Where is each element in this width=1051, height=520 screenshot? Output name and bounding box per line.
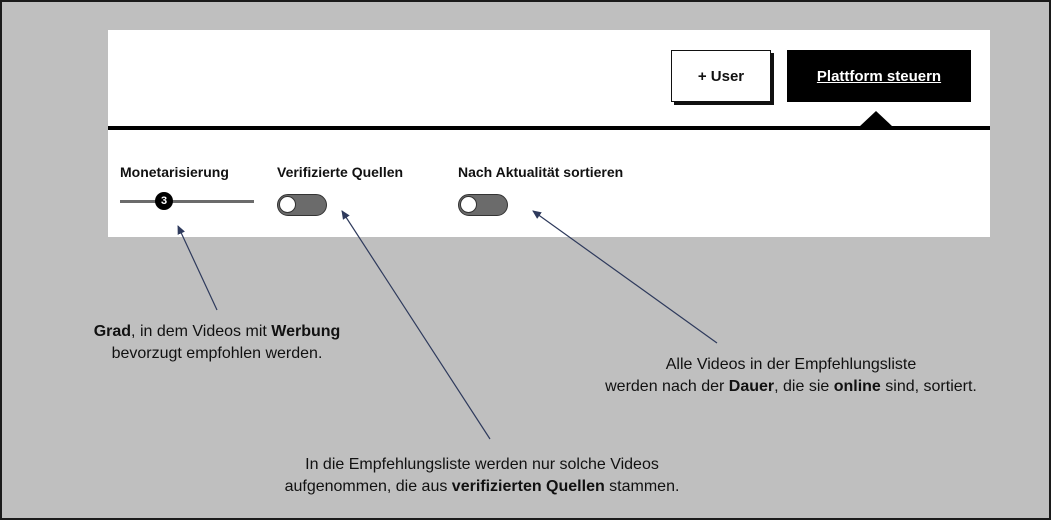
- platform-control-button[interactable]: Plattform steuern: [787, 50, 971, 102]
- sort-recency-label: Nach Aktualität sortieren: [458, 164, 624, 180]
- slider-thumb[interactable]: 3: [155, 192, 173, 210]
- header-divider: [108, 126, 990, 130]
- add-user-button[interactable]: + User: [671, 50, 771, 102]
- note-monetization: Grad, in dem Videos mit Werbung bevorzug…: [93, 323, 341, 362]
- note-recency: Alle Videos in der Empfehlungsliste werd…: [605, 356, 977, 395]
- active-tab-caret-icon: [859, 111, 893, 127]
- verified-sources-toggle[interactable]: [277, 194, 327, 216]
- monetization-slider[interactable]: 3: [120, 190, 254, 212]
- toggle-knob: [460, 196, 477, 213]
- screen-background: + User Plattform steuern Monetarisierung…: [0, 0, 1051, 520]
- toggle-knob: [279, 196, 296, 213]
- verified-sources-label: Verifizierte Quellen: [277, 164, 404, 180]
- sort-recency-toggle[interactable]: [458, 194, 508, 216]
- slider-track: [120, 200, 254, 203]
- arrow-monetization: [177, 225, 218, 311]
- note-verified: In die Empfehlungsliste werden nur solch…: [284, 456, 680, 495]
- control-panel: + User Plattform steuern Monetarisierung…: [108, 30, 990, 237]
- monetization-label: Monetarisierung: [120, 164, 229, 180]
